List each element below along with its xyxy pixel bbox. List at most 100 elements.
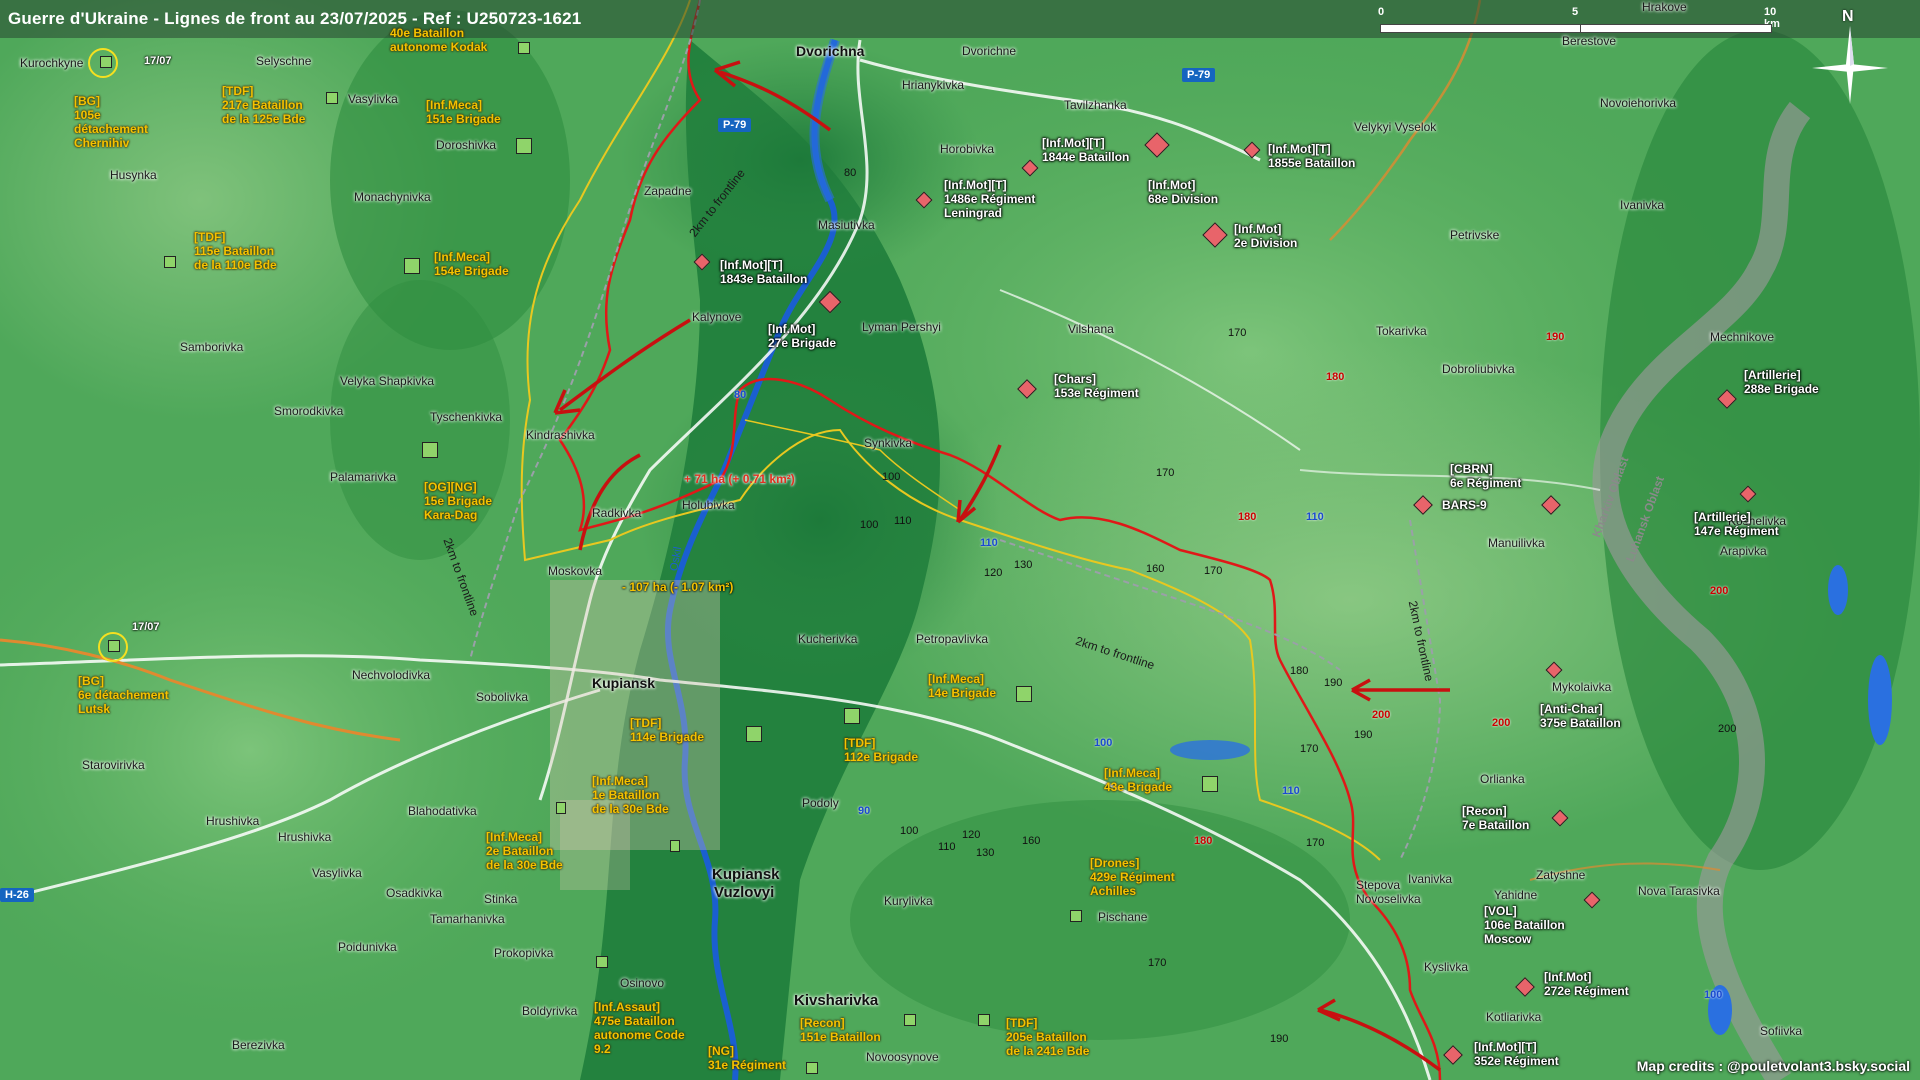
place-pischane: Pischane [1098,910,1148,924]
town-kupiansk-vuzlovyi-1: Kupiansk [712,866,780,883]
elevation-label: 100 [900,825,919,837]
town-kivsharivka: Kivsharivka [794,992,879,1009]
place-monachynivka: Monachynivka [354,190,431,204]
elevation-label: 180 [1194,835,1213,847]
ua-unit-code-92: [Inf.Assaut] 475e Bataillon autonome Cod… [594,1000,685,1056]
place-berestove: Berestove [1562,34,1617,48]
place-kindrashivka: Kindrashivka [526,428,595,442]
place-berezivka: Berezivka [232,1038,285,1052]
ua-unit-icon [904,1014,916,1026]
ru-unit-1855: [Inf.Mot][T] 1855e Bataillon [1268,142,1356,170]
place-samborivka: Samborivka [180,340,244,354]
place-mykolaivka: Mykolaivka [1552,680,1612,694]
place-hrakove: Hrakove [1642,0,1687,14]
elevation-label: 100 [1094,737,1113,749]
map-title: Guerre d'Ukraine - Lignes de front au 23… [8,9,582,28]
place-novoiehorivka: Novoiehorivka [1600,96,1677,110]
ru-unit-352-regiment: [Inf.Mot][T] 352e Régiment [1474,1040,1559,1068]
date-marker-2: 17/07 [132,621,160,633]
elevation-label: 170 [1306,837,1325,849]
place-holubivka: Holubivka [682,498,735,512]
place-osinovo: Osinovo [620,976,665,990]
place-ivanivka-ne: Ivanivka [1620,198,1665,212]
ua-unit-icon [516,138,532,154]
ua-unit-icon [108,640,120,652]
ua-unit-icon [326,92,338,104]
place-zapadne: Zapadne [644,184,692,198]
place-blahodativka: Blahodativka [408,804,477,818]
elevation-label: 170 [1228,327,1247,339]
ua-unit-151-brigade: [Inf.Meca] 151e Brigade [426,98,501,126]
place-nechvolodivka: Nechvolodivka [352,668,431,682]
place-kurochkyne: Kurochkyne [20,56,84,70]
ua-unit-114-brigade: [TDF] 114e Brigade [630,716,705,744]
scale-mid: 5 [1572,6,1579,18]
ru-unit-147-regiment: [Artillerie] 147e Régiment [1694,510,1779,538]
scale-zero: 0 [1378,6,1385,18]
place-velykyi-vyselok: Velykyi Vyselok [1354,120,1437,134]
place-vilshana: Vilshana [1068,322,1114,336]
elevation-label: 180 [1326,371,1345,383]
place-lyman-pershyi: Lyman Pershyi [862,320,941,334]
place-vasylivka-n: Vasylivka [348,92,398,106]
elevation-label: 130 [1014,559,1033,571]
ua-unit-151-bataillon: [Recon] 151e Bataillon [800,1016,881,1044]
ua-unit-icon [670,840,680,852]
ru-unit-1486: [Inf.Mot][T] 1486e Régiment Leningrad [944,178,1036,220]
ua-unit-icon [556,802,566,814]
elevation-label: 100 [882,471,901,483]
elevation-label: 110 [980,537,998,549]
elevation-label: 90 [858,805,871,817]
place-velyka-shapkivka: Velyka Shapkivka [340,374,435,388]
road-shield-p79-east: P-79 [1182,68,1216,82]
place-synkivka: Synkivka [864,436,913,450]
ru-unit-272-regiment: [Inf.Mot] 272e Régiment [1544,970,1629,998]
north-arrow-icon: N [1810,8,1890,108]
place-mechnikove: Mechnikove [1710,330,1775,344]
place-starovirivka: Starovirivka [82,758,145,772]
place-novoosynove: Novoosynove [866,1050,939,1064]
elevation-label: 200 [1710,585,1729,597]
place-palamarivka: Palamarivka [330,470,397,484]
place-zatyshne: Zatyshne [1536,868,1586,882]
ua-unit-43-brigade: [Inf.Meca] 43e Brigade [1104,766,1173,794]
place-masiutivka: Masiutivka [818,218,875,232]
place-husynka: Husynka [110,168,157,182]
elevation-label: 80 [844,167,857,179]
elevation-label: 190 [1546,331,1565,343]
scale-segment-1 [1380,24,1582,33]
place-kalynove: Kalynove [692,310,742,324]
ua-unit-205-bataillon: [TDF] 205e Bataillon de la 241e Bde [1006,1016,1090,1058]
ua-unit-1-bataillon-30: [Inf.Meca] 1e Bataillon de la 30e Bde [592,774,669,816]
place-stinka: Stinka [484,892,518,906]
ru-unit-375-bataillon: [Anti-Char] 375e Bataillon [1540,702,1621,730]
elevation-label: 130 [976,847,995,859]
ua-unit-lutsk: [BG] 6e détachement Lutsk [78,674,169,716]
place-sobolivka: Sobolivka [476,690,529,704]
ru-unit-cbrn: [CBRN] 6e Régiment [1450,462,1522,490]
ua-unit-achilles: [Drones] 429e Régiment Achilles [1090,856,1175,898]
ru-unit-68-division: [Inf.Mot] 68e Division [1148,178,1219,206]
ua-unit-31-regiment: [NG] 31e Régiment [708,1044,787,1072]
map-credits: Map credits : @pouletvolant3.bsky.social [1636,1058,1910,1074]
place-kyslivka: Kyslivka [1424,960,1469,974]
town-kupiansk: Kupiansk [592,675,656,691]
place-vasylivka-s: Vasylivka [312,866,362,880]
elevation-label: 170 [1204,565,1223,577]
ua-unit-154-brigade: [Inf.Meca] 154e Brigade [434,250,509,278]
ua-unit-112-brigade: [TDF] 112e Brigade [844,736,919,764]
road-shield-p79-west: P-79 [718,118,752,132]
elevation-label: 180 [1238,511,1257,523]
elevation-label: 170 [1148,957,1167,969]
ua-unit-217-bataillon: [TDF] 217e Bataillon de la 125e Bde [222,84,306,126]
ua-unit-115-bataillon: [TDF] 115e Bataillon de la 110e Bde [194,230,277,272]
ua-unit-icon [1016,686,1032,702]
ru-unit-153-regiment: [Chars] 153e Régiment [1054,372,1139,400]
place-yahidne: Yahidne [1494,888,1538,902]
elevation-label: 200 [1718,723,1737,735]
place-tavilzhanka: Tavilzhanka [1064,98,1127,112]
ru-unit-1844: [Inf.Mot][T] 1844e Bataillon [1042,136,1130,164]
elevation-label: 200 [1372,709,1391,721]
place-manuilivka: Manuilivka [1488,536,1545,550]
place-moskovka: Moskovka [548,564,603,578]
